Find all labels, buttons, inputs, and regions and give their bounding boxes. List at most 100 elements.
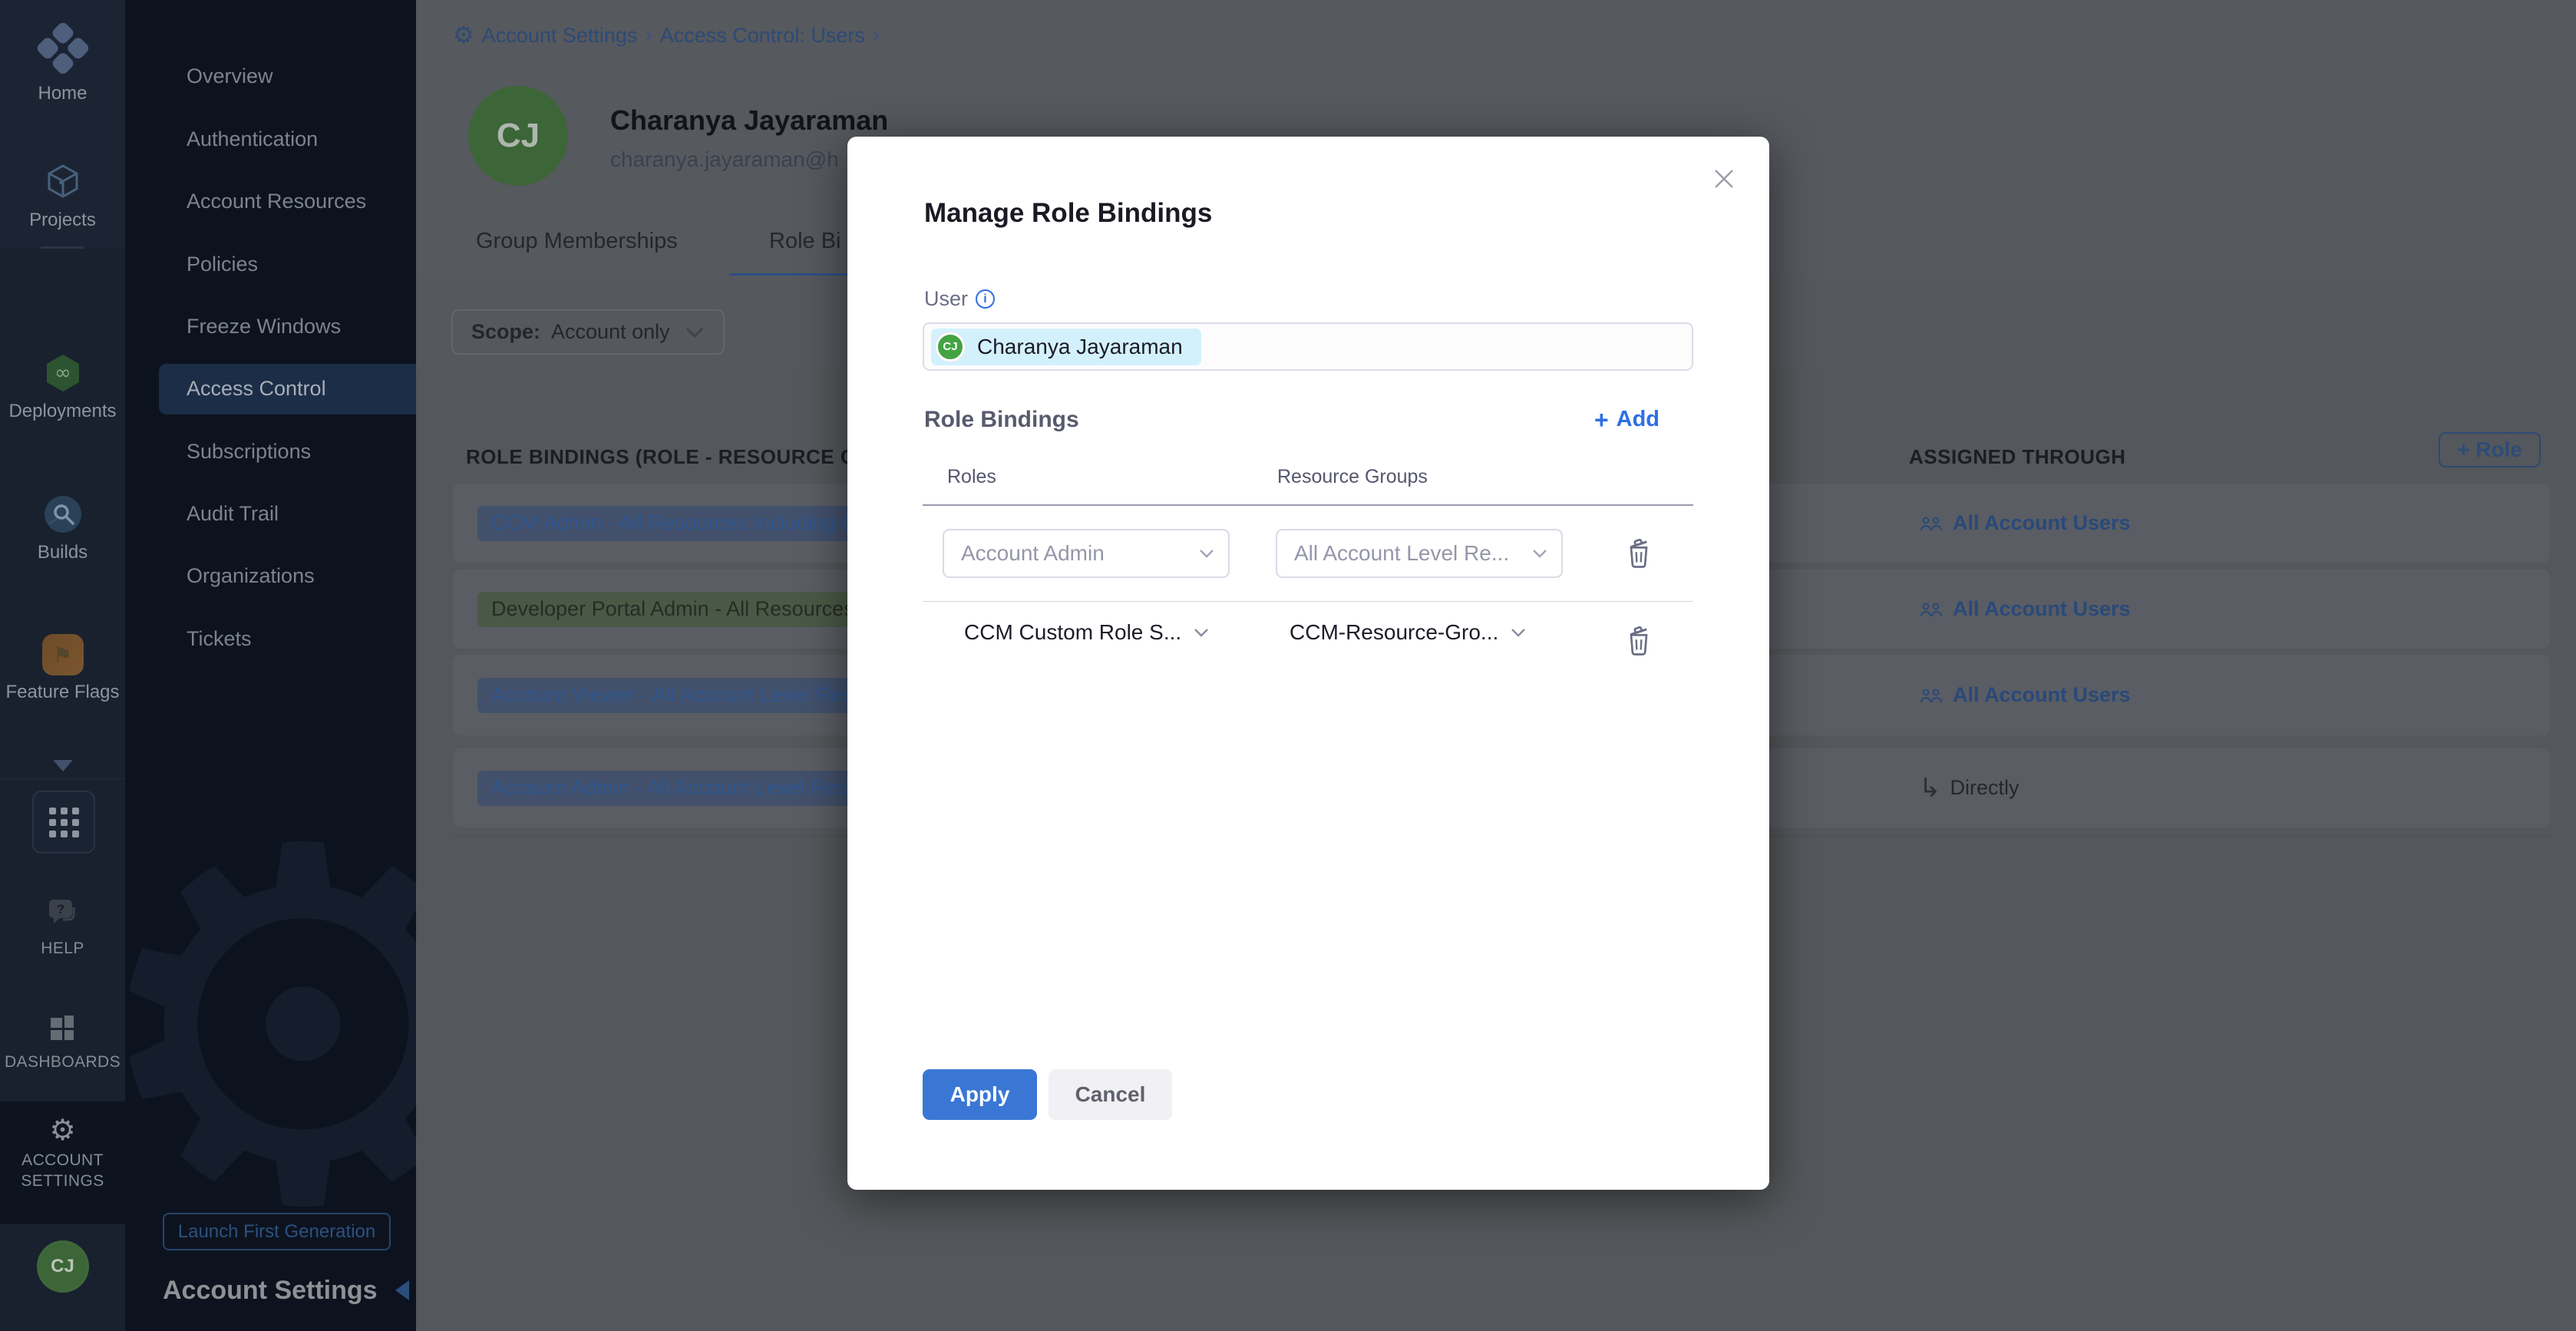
delete-binding-icon[interactable] <box>1623 623 1654 657</box>
assigned-through-label: All Account Users <box>1953 511 2131 535</box>
rail-item-label: Deployments <box>0 401 125 422</box>
subnav-item-account-resources[interactable]: Account Resources <box>187 190 366 213</box>
manage-role-bindings-modal: Manage Role Bindings User i CJ Charanya … <box>847 137 1769 1190</box>
chevron-down-icon <box>1532 549 1547 559</box>
deployments-icon: ∞ <box>41 352 84 395</box>
assigned-through-link[interactable]: All Account Users <box>1919 511 2131 535</box>
rail-user-avatar[interactable]: CJ <box>0 1240 125 1293</box>
user-input[interactable]: CJ Charanya Jayaraman <box>923 322 1693 371</box>
resource-group-select[interactable]: All Account Level Re... <box>1276 529 1563 578</box>
resource-group-select[interactable]: CCM-Resource-Gro... <box>1290 620 1526 645</box>
breadcrumb-separator: › <box>873 23 880 48</box>
subnav-footer-title: Account Settings <box>163 1276 378 1306</box>
scope-label: Scope: <box>471 320 540 344</box>
role-binding-chip[interactable]: Account Viewer - All Account Level Resou <box>477 678 890 713</box>
breadcrumb: ⚙ Account Settings › Access Control: Use… <box>453 23 880 48</box>
help-chat-icon: ? <box>43 897 83 932</box>
assigned-through-link[interactable]: All Account Users <box>1919 683 2131 707</box>
gear-icon: ⚙ <box>49 1113 75 1147</box>
info-icon[interactable]: i <box>976 289 995 309</box>
modal-title: Manage Role Bindings <box>924 198 1212 229</box>
projects-cube-icon <box>41 160 84 203</box>
breadcrumb-account-settings[interactable]: Account Settings <box>482 24 638 48</box>
tab-group-memberships[interactable]: Group Memberships <box>476 229 678 254</box>
add-role-button[interactable]: + Role <box>2439 432 2541 467</box>
delete-binding-icon[interactable] <box>1623 536 1654 570</box>
role-binding-chip[interactable]: Account Admin - All Account Level Resour <box>477 771 891 806</box>
rail-item-label: HELP <box>0 938 125 959</box>
subnav-item-organizations[interactable]: Organizations <box>187 564 315 588</box>
role-binding-chip[interactable]: Developer Portal Admin - All Resources I… <box>477 592 891 627</box>
rail-divider-line <box>0 778 125 779</box>
breadcrumb-access-control-users[interactable]: Access Control: Users <box>660 24 865 48</box>
rail-item-label: Feature Flags <box>0 682 125 703</box>
subnav-item-audit-trail[interactable]: Audit Trail <box>187 502 279 526</box>
user-chip-name: Charanya Jayaraman <box>977 335 1183 359</box>
rail-item-deployments[interactable]: ∞ Deployments <box>0 352 125 422</box>
avatar: CJ <box>37 1240 89 1293</box>
modal-column-resource-groups: Resource Groups <box>1277 466 1428 488</box>
role-select-value: Account Admin <box>961 541 1199 566</box>
subnav-item-tickets[interactable]: Tickets <box>187 627 252 651</box>
user-email: charanya.jayaraman@h <box>610 147 839 172</box>
subnav-item-authentication[interactable]: Authentication <box>187 127 318 151</box>
assigned-through-link[interactable]: All Account Users <box>1919 597 2131 621</box>
chevron-down-icon <box>53 760 73 771</box>
subnav-item-subscriptions[interactable]: Subscriptions <box>187 440 311 464</box>
subnav-item-freeze-windows[interactable]: Freeze Windows <box>187 315 341 339</box>
rail-item-dashboards[interactable]: DASHBOARDS <box>0 1012 125 1072</box>
rail-item-feature-flags[interactable]: ⚑ Feature Flags <box>0 634 125 703</box>
chevron-down-icon <box>1511 628 1526 638</box>
modal-header-divider <box>923 504 1693 506</box>
rail-item-help[interactable]: ? HELP <box>0 897 125 959</box>
apply-button[interactable]: Apply <box>923 1069 1037 1120</box>
chevron-down-icon <box>1199 549 1214 559</box>
grid-icon <box>49 808 79 837</box>
breadcrumb-separator: › <box>645 23 652 48</box>
role-binding-chip[interactable]: CCM Admin - All Resources Including Chil <box>477 506 891 541</box>
module-picker-button[interactable] <box>32 791 95 854</box>
rail-item-account-settings[interactable]: ⚙ ACCOUNT SETTINGS <box>0 1115 125 1191</box>
home-icon <box>33 21 91 79</box>
rail-item-label: DASHBOARDS <box>0 1052 125 1072</box>
add-label: Add <box>1617 407 1660 432</box>
plus-icon: + <box>1594 408 1609 431</box>
user-group-icon <box>1919 600 1944 619</box>
subnav-item-policies[interactable]: Policies <box>187 253 258 276</box>
avatar: CJ <box>936 332 965 362</box>
rail-more-modules[interactable] <box>0 760 125 771</box>
subnav-item-overview[interactable]: Overview <box>187 64 273 88</box>
cancel-button[interactable]: Cancel <box>1049 1069 1172 1120</box>
rail-item-label: Projects <box>0 210 125 231</box>
rail-item-home[interactable]: Home <box>0 29 125 104</box>
user-group-icon <box>1919 514 1944 533</box>
role-select[interactable]: Account Admin <box>943 529 1230 578</box>
add-role-binding-button[interactable]: + Add <box>1594 407 1660 432</box>
tab-role-bindings[interactable]: Role Bi <box>769 229 841 254</box>
user-name: Charanya Jayaraman <box>610 104 888 137</box>
role-select-value: CCM Custom Role S... <box>964 620 1181 645</box>
assigned-through-label: All Account Users <box>1953 597 2131 621</box>
subnav-item-access-control[interactable]: Access Control <box>187 377 326 401</box>
module-rail: Home Projects ∞ Deployments Builds ⚑ <box>0 0 125 1331</box>
feature-flags-icon: ⚑ <box>42 634 84 675</box>
user-chip: CJ Charanya Jayaraman <box>931 329 1201 365</box>
gear-icon: ⚙ <box>453 24 474 48</box>
svg-text:?: ? <box>56 902 64 917</box>
modal-column-roles: Roles <box>947 466 996 488</box>
launch-first-generation-button[interactable]: Launch First Generation <box>163 1213 391 1250</box>
scope-dropdown[interactable]: Scope: Account only <box>451 309 725 355</box>
user-avatar: CJ <box>468 86 568 186</box>
dashboards-grid-icon <box>46 1012 80 1045</box>
role-bindings-section-title: Role Bindings <box>924 407 1079 433</box>
rail-item-projects[interactable]: Projects <box>0 160 125 231</box>
rail-item-builds[interactable]: Builds <box>0 493 125 563</box>
resource-group-select-value: All Account Level Re... <box>1294 541 1532 566</box>
chevron-down-icon <box>685 326 705 339</box>
role-select[interactable]: CCM Custom Role S... <box>964 620 1209 645</box>
close-icon[interactable] <box>1711 166 1737 192</box>
rail-item-label: Home <box>0 83 125 104</box>
user-group-icon <box>1919 686 1944 705</box>
resource-group-select-value: CCM-Resource-Gro... <box>1290 620 1498 645</box>
collapse-sidebar-icon[interactable] <box>395 1280 409 1300</box>
